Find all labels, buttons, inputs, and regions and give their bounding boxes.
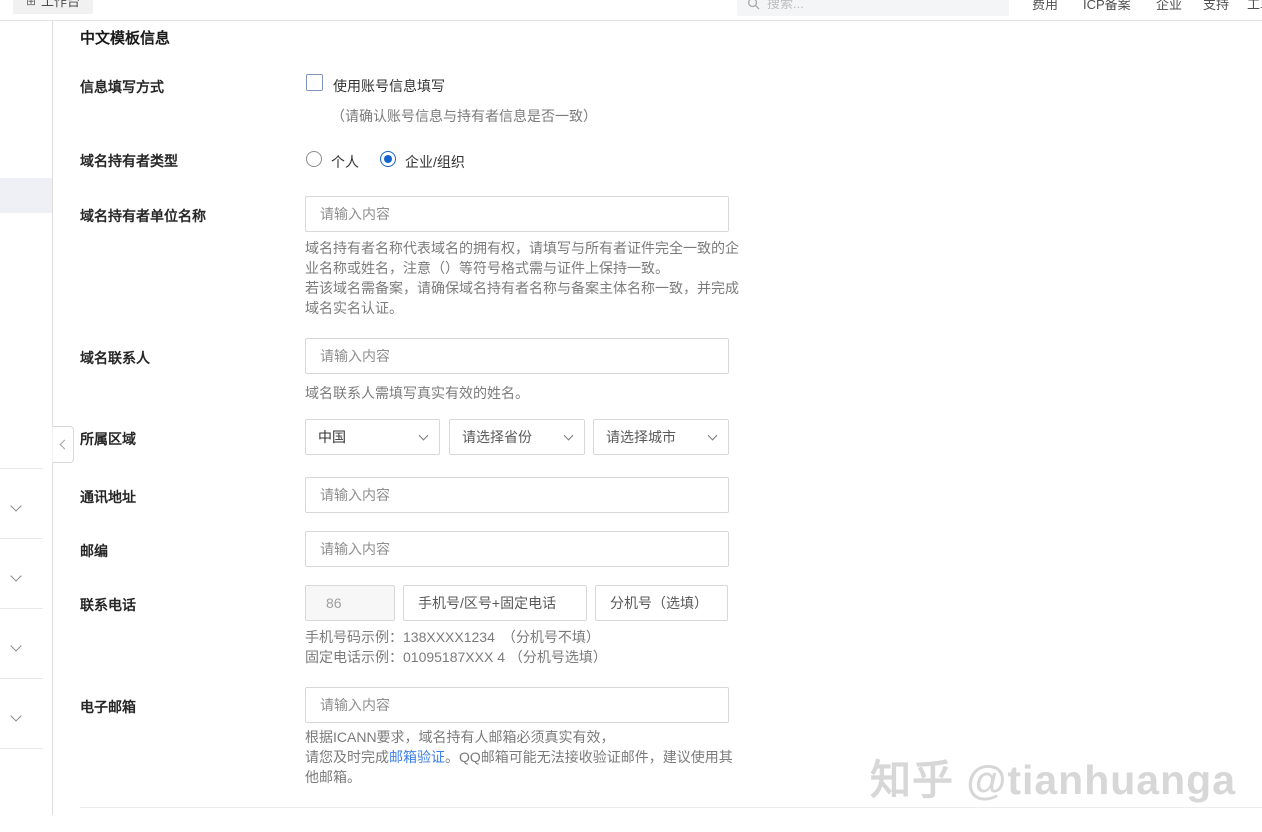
topbar-menu-enterprise[interactable]: 企业	[1156, 0, 1182, 13]
label-email: 电子邮箱	[80, 697, 136, 717]
workbench-label: 工作台	[41, 0, 80, 10]
phone-help-line: 手机号码示例：138XXXX1234 （分机号不填）	[305, 627, 765, 647]
contact-input[interactable]	[305, 338, 729, 374]
top-bar: ⊞ 工作台 费用 ICP备案 企业 支持 工单	[0, 0, 1262, 21]
chevron-down-icon	[10, 570, 21, 581]
chevron-down-icon	[10, 500, 21, 511]
topbar-menu-icp[interactable]: ICP备案	[1083, 0, 1131, 13]
chevron-down-icon	[10, 640, 21, 651]
holder-name-help-line: 域名持有者名称代表域名的拥有权，请填写与所有者证件完全一致的企业名称或姓名，注意…	[305, 238, 741, 278]
fill-method-note: （请确认账号信息与持有者信息是否一致）	[331, 106, 597, 126]
workbench-tab[interactable]: ⊞ 工作台	[13, 0, 93, 14]
sidebar-divider	[0, 678, 43, 679]
country-code-input	[305, 585, 395, 621]
label-phone: 联系电话	[80, 595, 136, 615]
chevron-left-icon	[60, 440, 70, 450]
sidebar-section-toggle-3[interactable]	[12, 637, 30, 651]
phone-number-input[interactable]	[403, 585, 587, 621]
email-verify-link[interactable]: 邮箱验证	[389, 749, 445, 765]
radio-enterprise-label[interactable]: 企业/组织	[405, 152, 465, 172]
label-holder-type: 域名持有者类型	[80, 151, 178, 171]
phone-help: 手机号码示例：138XXXX1234 （分机号不填） 固定电话示例：010951…	[305, 627, 765, 667]
email-help-line1: 根据ICANN要求，域名持有人邮箱必须真实有效，	[305, 727, 741, 747]
city-select-placeholder: 请选择城市	[606, 427, 676, 447]
sidebar-divider	[0, 468, 43, 469]
chevron-down-icon	[419, 431, 429, 441]
grid-icon: ⊞	[26, 0, 36, 7]
console-page: ⊞ 工作台 费用 ICP备案 企业 支持 工单 中文模板信息 信息填	[0, 0, 1262, 832]
contact-help: 域名联系人需填写真实有效的姓名。	[305, 383, 741, 403]
holder-name-input[interactable]	[305, 196, 729, 232]
radio-enterprise[interactable]	[380, 151, 396, 167]
chevron-down-icon	[10, 710, 21, 721]
section-divider	[80, 807, 1262, 808]
province-select-placeholder: 请选择省份	[462, 427, 532, 447]
sidebar-section-toggle-1[interactable]	[12, 497, 30, 511]
sidebar-section-toggle-4[interactable]	[12, 707, 30, 721]
address-input[interactable]	[305, 477, 729, 513]
email-input[interactable]	[305, 687, 729, 723]
sidebar-section-toggle-2[interactable]	[12, 567, 30, 581]
watermark: 知乎 @tianhuanga	[870, 746, 1236, 806]
email-help: 根据ICANN要求，域名持有人邮箱必须真实有效， 请您及时完成邮箱验证。QQ邮箱…	[305, 727, 741, 787]
use-account-info-checkbox[interactable]	[306, 74, 323, 91]
phone-help-line: 固定电话示例：01095187XXX 4 （分机号选填）	[305, 647, 765, 667]
label-region: 所属区域	[80, 429, 136, 449]
label-contact: 域名联系人	[80, 348, 150, 368]
holder-name-help: 域名持有者名称代表域名的拥有权，请填写与所有者证件完全一致的企业名称或姓名，注意…	[305, 238, 741, 318]
label-holder-name: 域名持有者单位名称	[80, 206, 206, 226]
sidebar-collapse-handle[interactable]	[52, 426, 74, 463]
country-select-value: 中国	[318, 427, 346, 447]
page-title: 中文模板信息	[80, 27, 170, 48]
topbar-menu-support[interactable]: 支持	[1203, 0, 1229, 13]
holder-name-help-line: 若该域名需备案，请确保域名持有者名称与备案主体名称一致，并完成域名实名认证。	[305, 278, 741, 318]
country-select[interactable]: 中国	[305, 419, 440, 455]
chevron-down-icon	[708, 431, 718, 441]
email-help-line2: 请您及时完成邮箱验证。QQ邮箱可能无法接收验证邮件，建议使用其他邮箱。	[305, 747, 741, 787]
chevron-down-icon	[564, 431, 574, 441]
province-select[interactable]: 请选择省份	[449, 419, 585, 455]
search-box[interactable]	[737, 0, 1009, 16]
city-select[interactable]: 请选择城市	[593, 419, 729, 455]
sidebar-selected-item[interactable]	[0, 178, 52, 213]
email-help-prefix: 请您及时完成	[305, 749, 389, 765]
topbar-menu-ticket[interactable]: 工单	[1247, 0, 1262, 13]
label-fill-method: 信息填写方式	[80, 77, 164, 97]
sidebar	[0, 21, 53, 815]
search-icon	[747, 0, 760, 10]
label-address: 通讯地址	[80, 487, 136, 507]
topbar-menu-billing[interactable]: 费用	[1032, 0, 1058, 13]
zipcode-input[interactable]	[305, 531, 729, 567]
radio-personal[interactable]	[306, 151, 322, 167]
label-zipcode: 邮编	[80, 541, 108, 561]
use-account-info-label[interactable]: 使用账号信息填写	[333, 76, 445, 96]
sidebar-divider	[0, 608, 43, 609]
phone-ext-input[interactable]	[595, 585, 728, 621]
sidebar-divider	[0, 748, 43, 749]
radio-personal-label[interactable]: 个人	[331, 152, 359, 172]
sidebar-divider	[0, 538, 43, 539]
search-input[interactable]	[767, 0, 977, 11]
